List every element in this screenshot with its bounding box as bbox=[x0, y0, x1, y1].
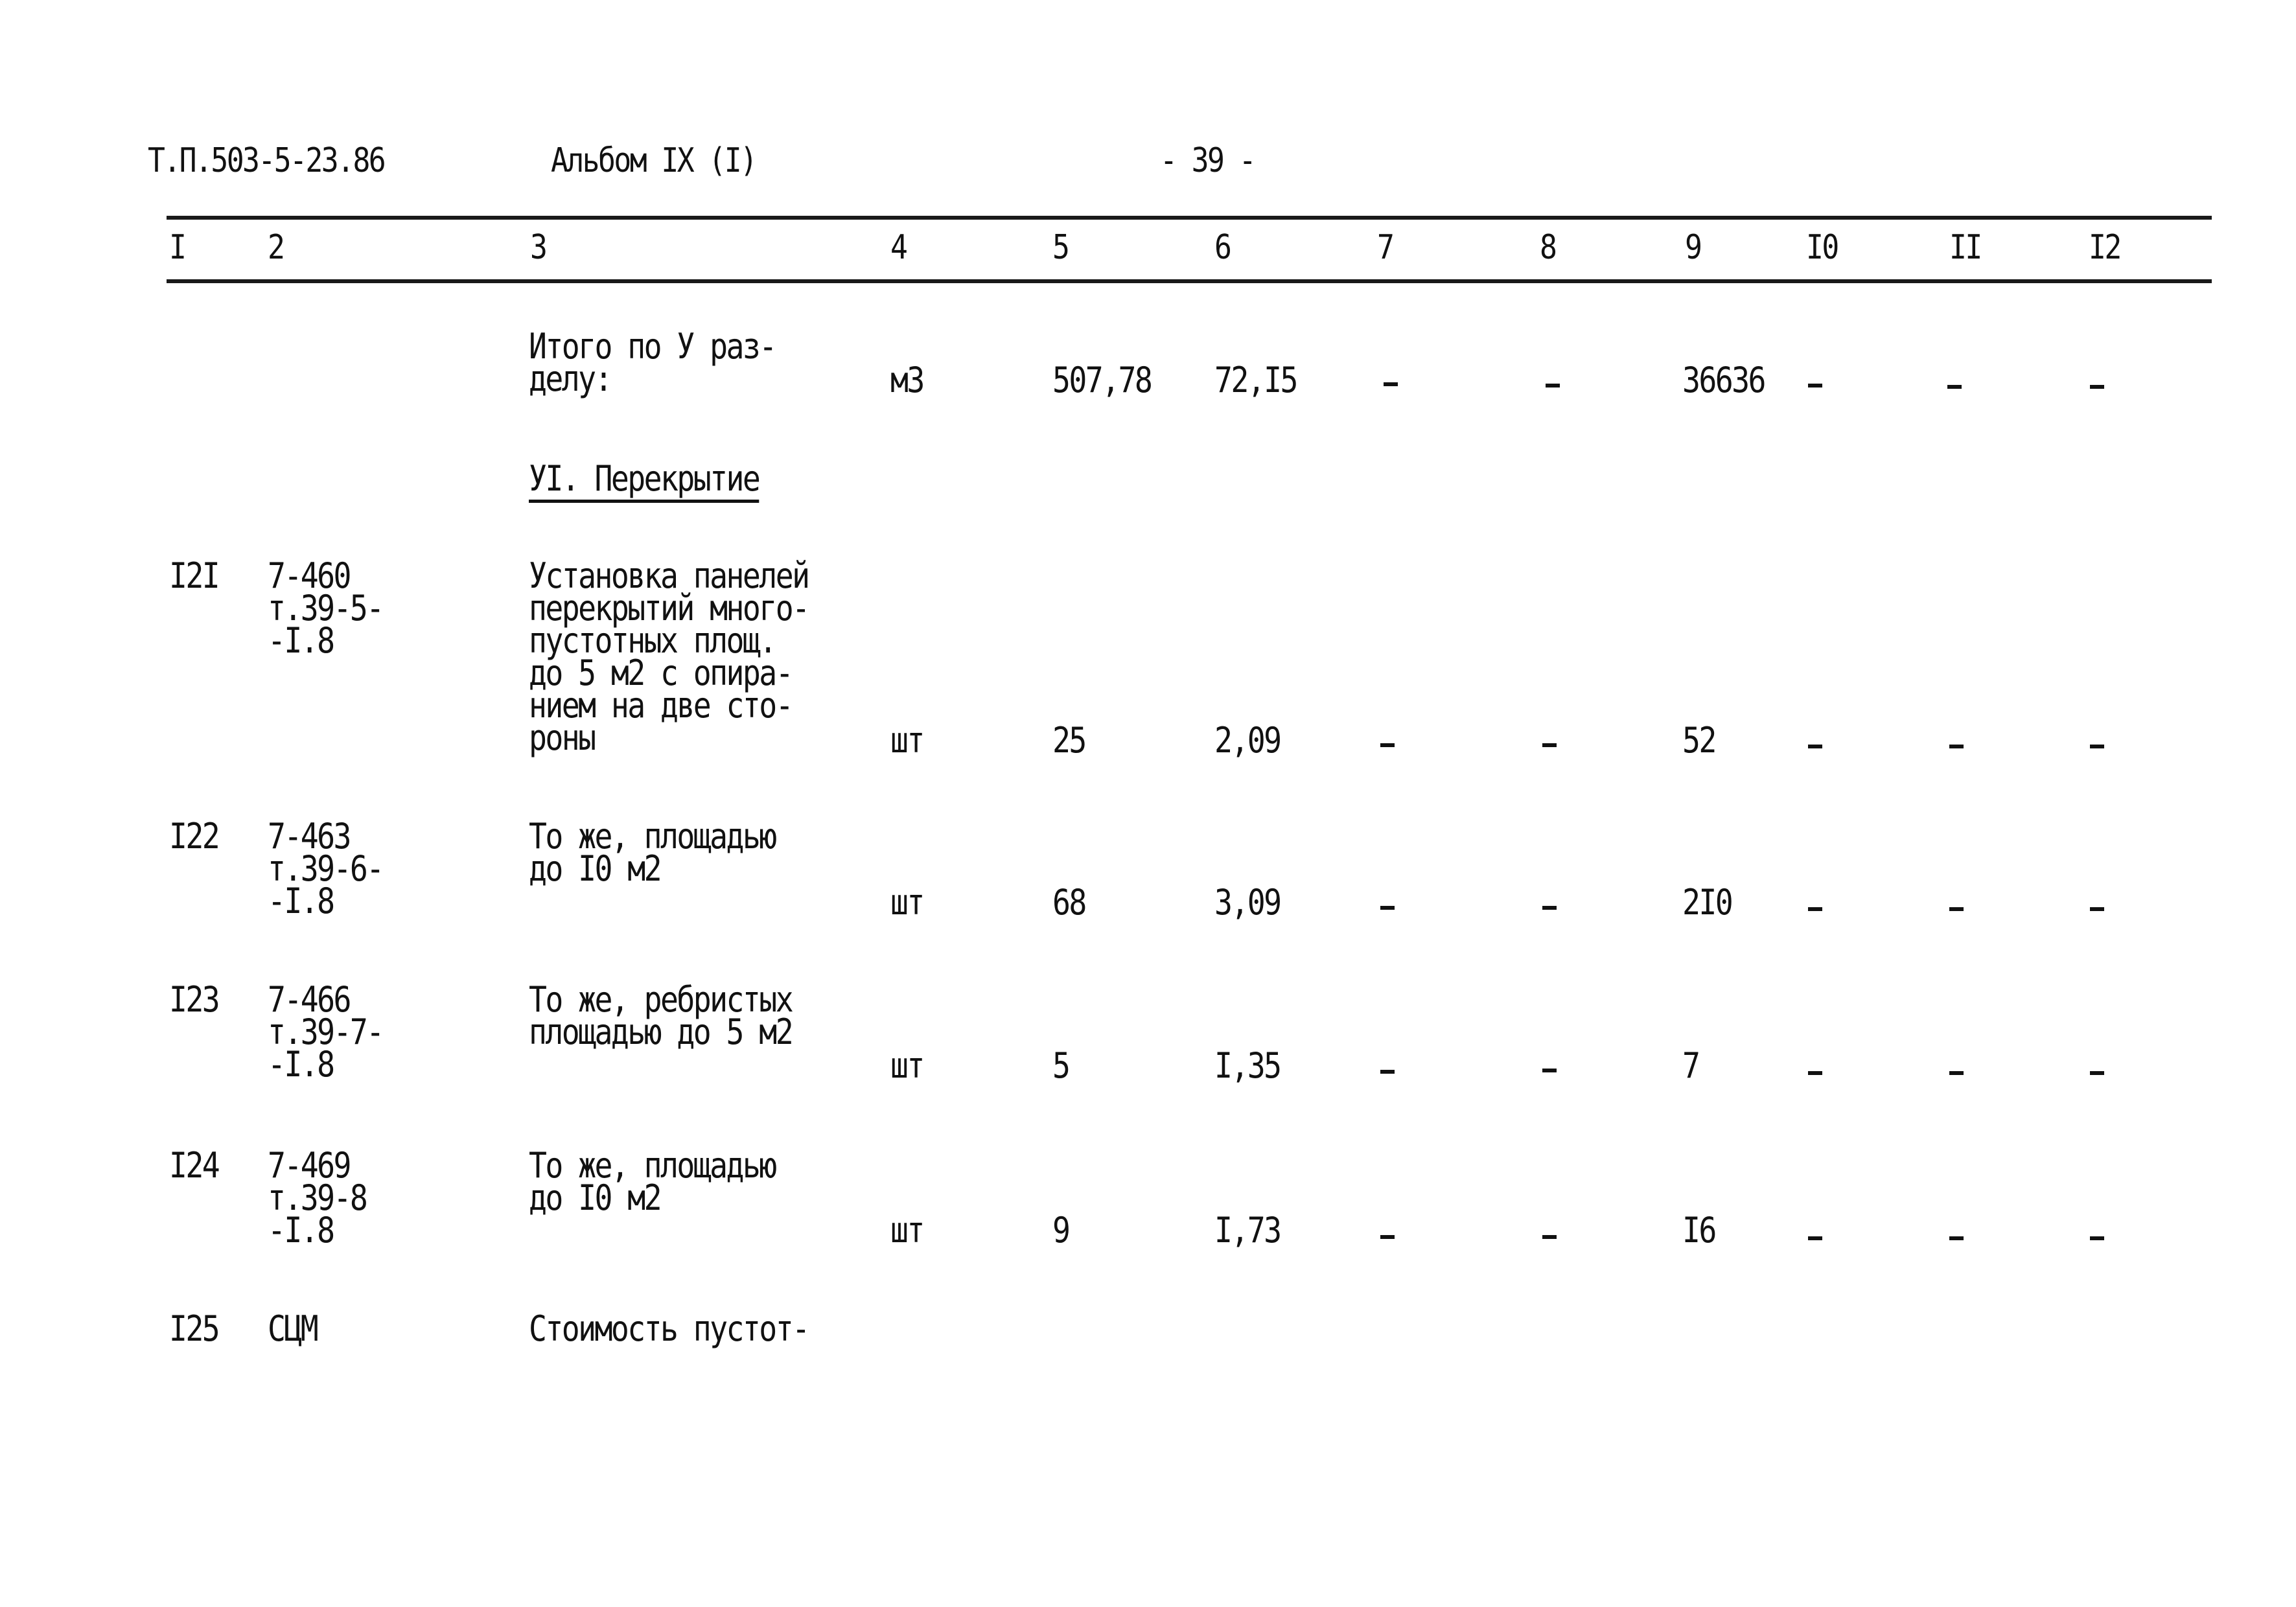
row-description: То же, площадью до I0 м2 bbox=[529, 816, 777, 889]
row-norm-code: 7-466 т.39-7- -I.8 bbox=[268, 979, 384, 1085]
column-header-5: 5 bbox=[1052, 228, 1070, 267]
row-norm-code: 7-460 т.39-5- -I.8 bbox=[268, 555, 384, 661]
row-unit: шт bbox=[890, 882, 925, 923]
row-quantity: 68 bbox=[1052, 882, 1087, 923]
row-col10-dash bbox=[1808, 907, 1822, 911]
album-title: Альбом IX (I) bbox=[551, 141, 758, 180]
row-norm-code: СЦМ bbox=[268, 1308, 319, 1349]
column-header-6: 6 bbox=[1214, 228, 1232, 267]
row-col10-dash bbox=[1808, 745, 1822, 748]
row-col8-dash bbox=[1542, 743, 1557, 747]
row-col12-dash bbox=[2090, 1071, 2104, 1075]
document-code: Т.П.503-5-23.86 bbox=[148, 141, 386, 180]
row-col6: I,35 bbox=[1214, 1045, 1282, 1086]
row-number: I25 bbox=[169, 1308, 220, 1349]
row-col8-dash bbox=[1542, 1235, 1557, 1239]
row-col11-dash bbox=[1949, 745, 1964, 748]
section-title: УI. Перекрытие bbox=[529, 458, 761, 499]
subtotal-col11-dash bbox=[1947, 385, 1962, 389]
column-header-1: I bbox=[169, 228, 187, 267]
row-col6: 2,09 bbox=[1214, 720, 1282, 761]
subtotal-col6: 72,I5 bbox=[1214, 360, 1298, 400]
column-header-4: 4 bbox=[890, 228, 908, 267]
row-unit: шт bbox=[890, 720, 925, 761]
subtotal-quantity: 507,78 bbox=[1052, 360, 1153, 400]
row-number: I23 bbox=[169, 979, 220, 1020]
row-norm-code: 7-469 т.39-8 -I.8 bbox=[268, 1145, 368, 1251]
row-norm-code: 7-463 т.39-6- -I.8 bbox=[268, 816, 384, 921]
row-col7-dash bbox=[1380, 906, 1395, 910]
row-col7-dash bbox=[1380, 1070, 1395, 1074]
row-col7-dash bbox=[1380, 1235, 1395, 1239]
row-col9: 2I0 bbox=[1682, 882, 1734, 923]
row-col6: I,73 bbox=[1214, 1210, 1282, 1251]
row-col7-dash bbox=[1380, 743, 1395, 747]
header-top-rule bbox=[167, 216, 2212, 220]
column-header-9: 9 bbox=[1685, 228, 1702, 267]
column-header-3: 3 bbox=[530, 228, 548, 267]
row-quantity: 5 bbox=[1052, 1045, 1071, 1086]
row-col6: 3,09 bbox=[1214, 882, 1282, 923]
row-col11-dash bbox=[1949, 1071, 1964, 1075]
row-col9: 7 bbox=[1682, 1045, 1700, 1086]
page-number: - 39 - bbox=[1160, 141, 1257, 180]
row-col8-dash bbox=[1542, 1069, 1557, 1072]
row-col9: 52 bbox=[1682, 720, 1717, 761]
row-col12-dash bbox=[2090, 1236, 2104, 1240]
column-header-2: 2 bbox=[268, 228, 285, 267]
row-col12-dash bbox=[2090, 907, 2104, 911]
row-col8-dash bbox=[1542, 906, 1557, 910]
row-col10-dash bbox=[1808, 1071, 1822, 1075]
subtotal-label: Итого по У раз- делу: bbox=[529, 326, 777, 399]
row-col11-dash bbox=[1949, 907, 1964, 911]
row-number: I24 bbox=[169, 1145, 220, 1186]
subtotal-col7-dash bbox=[1384, 382, 1398, 386]
header-bottom-rule bbox=[167, 279, 2212, 283]
column-header-12: I2 bbox=[2089, 228, 2122, 267]
row-number: I22 bbox=[169, 816, 220, 857]
column-header-11: II bbox=[1949, 228, 1982, 267]
subtotal-col10-dash bbox=[1808, 384, 1822, 387]
column-header-7: 7 bbox=[1377, 228, 1395, 267]
row-description: Установка панелей перекрытий много- пуст… bbox=[529, 555, 810, 758]
row-col12-dash bbox=[2090, 745, 2104, 748]
column-header-8: 8 bbox=[1540, 228, 1557, 267]
row-description: То же, ребристых площадью до 5 м2 bbox=[529, 979, 794, 1052]
row-number: I2I bbox=[169, 555, 220, 596]
subtotal-col9: 36636 bbox=[1682, 360, 1766, 400]
row-quantity: 25 bbox=[1052, 720, 1087, 761]
row-col10-dash bbox=[1808, 1236, 1822, 1240]
subtotal-col12-dash bbox=[2090, 385, 2104, 389]
row-col9: I6 bbox=[1682, 1210, 1717, 1251]
row-unit: шт bbox=[890, 1045, 925, 1086]
row-description: То же, площадью до I0 м2 bbox=[529, 1145, 777, 1218]
row-description: Стоимость пустот- bbox=[529, 1308, 810, 1349]
row-col11-dash bbox=[1949, 1236, 1964, 1240]
row-quantity: 9 bbox=[1052, 1210, 1071, 1251]
subtotal-unit: м3 bbox=[890, 360, 925, 400]
subtotal-col8-dash bbox=[1546, 384, 1560, 387]
row-unit: шт bbox=[890, 1210, 925, 1251]
column-header-10: I0 bbox=[1806, 228, 1839, 267]
